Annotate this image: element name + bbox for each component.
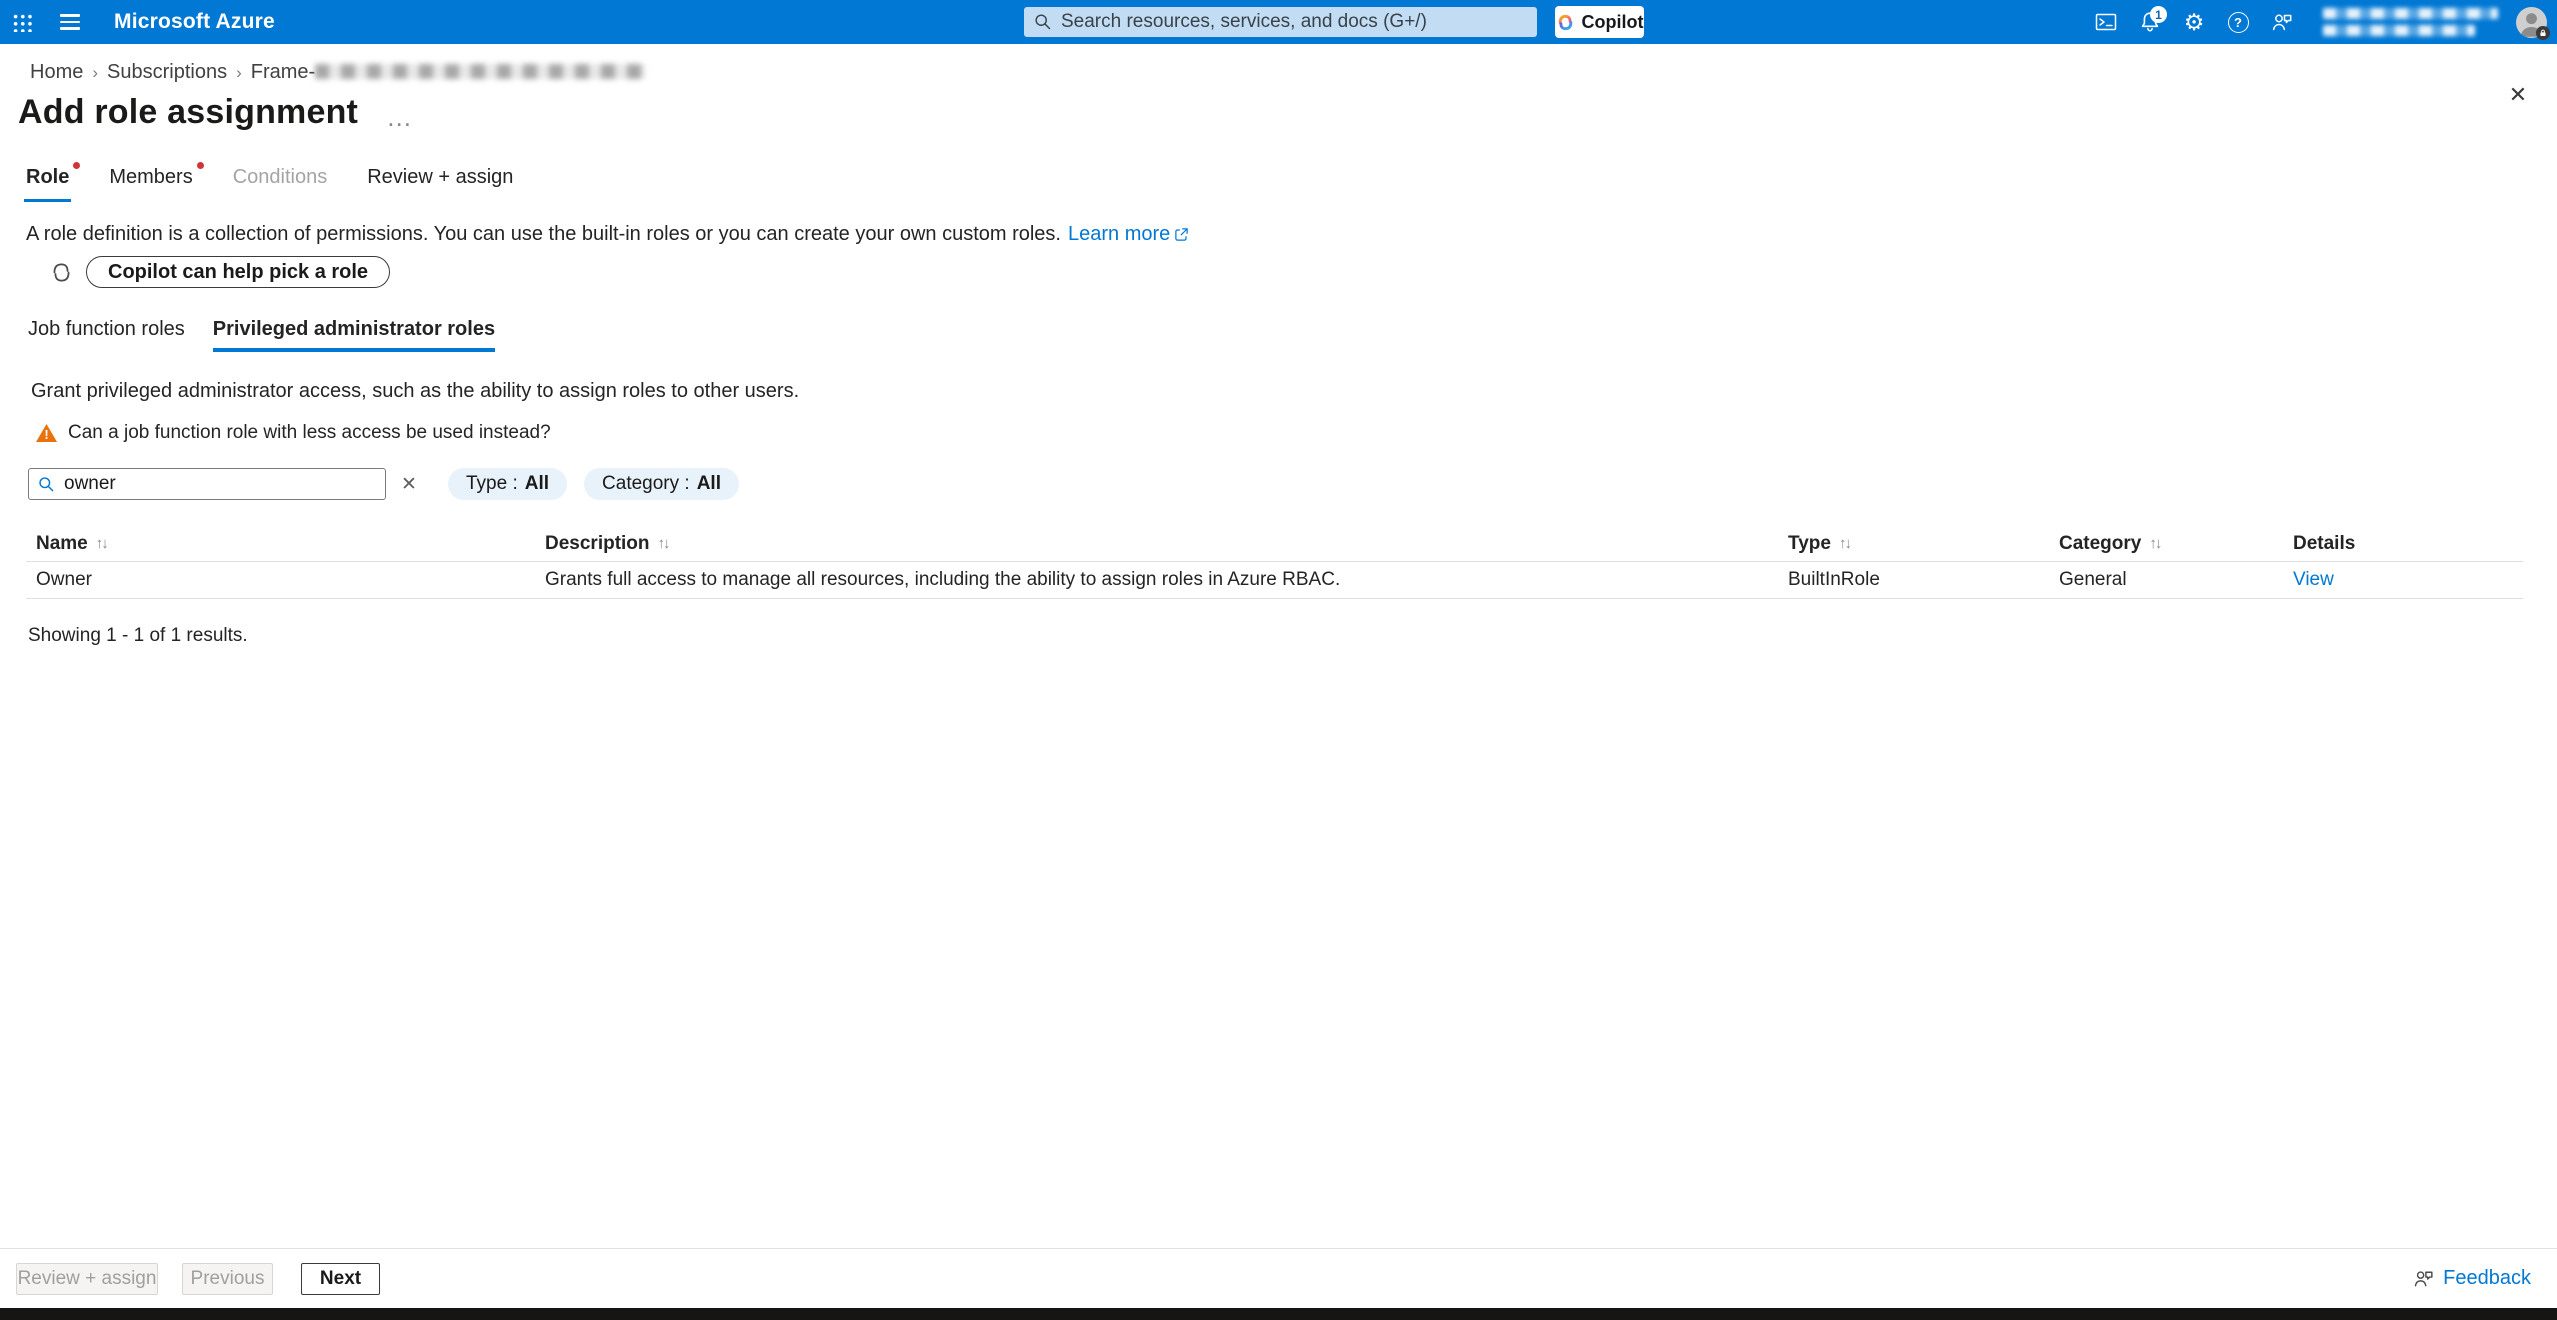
search-icon (1034, 13, 1052, 31)
view-details-link[interactable]: View (2293, 569, 2334, 590)
breadcrumb-blurred-text (315, 64, 645, 79)
feedback-icon (2412, 1267, 2435, 1290)
help-button[interactable]: ? (2221, 5, 2255, 39)
feedback-button[interactable] (2265, 5, 2299, 39)
role-type-tab-strip: Job function roles Privileged administra… (28, 318, 2557, 352)
review-assign-button[interactable]: Review + assign (16, 1263, 158, 1295)
role-intro-text: A role definition is a collection of per… (26, 223, 2557, 246)
breadcrumb-subscriptions[interactable]: Subscriptions (107, 61, 227, 84)
roles-table: Name ↑↓ Description ↑↓ Type ↑↓ Category … (26, 526, 2523, 599)
search-icon (38, 476, 55, 493)
page-header: Add role assignment … (0, 84, 2557, 132)
notifications-button[interactable]: 1 (2133, 5, 2167, 39)
brand-title[interactable]: Microsoft Azure (114, 10, 275, 34)
role-search-box[interactable] (28, 468, 386, 500)
tab-review-assign[interactable]: Review + assign (367, 166, 513, 202)
chevron-right-icon: › (236, 62, 242, 83)
more-options-icon[interactable]: … (386, 104, 413, 122)
external-link-icon (1174, 227, 1189, 242)
clear-search-icon[interactable]: ✕ (396, 473, 422, 496)
tab-conditions: Conditions (233, 166, 328, 202)
tab-members[interactable]: Members (109, 166, 192, 202)
required-dot-icon (73, 162, 80, 169)
results-summary: Showing 1 - 1 of 1 results. (28, 625, 2557, 647)
table-header-row: Name ↑↓ Description ↑↓ Type ↑↓ Category … (26, 526, 2523, 562)
tab-role[interactable]: Role (26, 166, 69, 202)
feedback-icon (2270, 10, 2294, 34)
sort-icon: ↑↓ (96, 535, 107, 552)
gear-icon: ⚙ (2184, 11, 2205, 34)
wizard-tab-strip: Role Members Conditions Review + assign (26, 166, 2557, 202)
warning-icon: ! (36, 424, 57, 442)
account-name-blur (2323, 8, 2498, 19)
category-filter-pill[interactable]: Category :All (584, 468, 739, 500)
global-search-box[interactable] (1024, 7, 1537, 37)
notification-count-badge: 1 (2150, 6, 2167, 23)
column-header-category[interactable]: Category ↑↓ (2049, 533, 2283, 555)
role-search-input[interactable] (64, 473, 376, 495)
cloud-shell-icon (2094, 10, 2118, 34)
cloud-shell-button[interactable] (2089, 5, 2123, 39)
privileged-roles-description: Grant privileged administrator access, s… (31, 380, 2557, 403)
breadcrumb: Home › Subscriptions › Frame- (0, 44, 2557, 84)
tab-privileged-administrator-roles[interactable]: Privileged administrator roles (213, 318, 495, 352)
global-search-input[interactable] (1061, 11, 1527, 33)
column-header-name[interactable]: Name ↑↓ (26, 533, 535, 555)
previous-button[interactable]: Previous (182, 1263, 273, 1295)
account-directory-blur (2323, 25, 2475, 36)
next-button[interactable]: Next (301, 1263, 380, 1295)
portal-menu-button[interactable] (48, 0, 92, 44)
help-icon: ? (2228, 12, 2249, 33)
app-launcher-button[interactable] (0, 0, 44, 44)
account-avatar[interactable] (2516, 7, 2547, 38)
copilot-outline-icon (49, 260, 74, 285)
breadcrumb-home[interactable]: Home (30, 61, 83, 84)
azure-top-bar: Microsoft Azure Copilot (0, 0, 2557, 44)
settings-button[interactable]: ⚙ (2177, 5, 2211, 39)
sort-icon: ↑↓ (658, 535, 669, 552)
chevron-right-icon: › (92, 62, 98, 83)
column-header-description[interactable]: Description ↑↓ (535, 533, 1778, 555)
waffle-icon (12, 12, 32, 32)
lock-icon (2536, 26, 2550, 40)
hamburger-icon (60, 14, 80, 16)
copilot-icon (1556, 13, 1575, 32)
feedback-link[interactable]: Feedback (2412, 1267, 2531, 1290)
warning-banner: ! Can a job function role with less acce… (36, 422, 2557, 444)
table-row-owner[interactable]: Owner Grants full access to manage all r… (26, 562, 2523, 599)
cell-description: Grants full access to manage all resourc… (535, 569, 1778, 591)
topbar-right-cluster: 1 ⚙ ? (2089, 0, 2551, 44)
sort-icon: ↑↓ (2149, 535, 2160, 552)
column-header-details: Details (2283, 533, 2523, 555)
copilot-help-pick-role-button[interactable]: Copilot can help pick a role (86, 256, 390, 288)
wizard-footer: Review + assign Previous Next Feedback (0, 1248, 2557, 1308)
learn-more-link[interactable]: Learn more (1068, 223, 1189, 246)
account-info-blurred[interactable] (2323, 8, 2498, 36)
tab-job-function-roles[interactable]: Job function roles (28, 318, 185, 352)
column-header-type[interactable]: Type ↑↓ (1778, 533, 2049, 555)
sort-icon: ↑↓ (1839, 535, 1850, 552)
copilot-helper-row: Copilot can help pick a role (49, 256, 2557, 288)
warning-text: Can a job function role with less access… (68, 422, 551, 444)
required-dot-icon (197, 162, 204, 169)
breadcrumb-current: Frame- (251, 61, 645, 84)
close-icon[interactable]: ✕ (2503, 80, 2533, 110)
cell-type: BuiltInRole (1778, 569, 2049, 591)
copilot-button[interactable]: Copilot (1555, 6, 1644, 38)
cell-name: Owner (26, 569, 535, 591)
copilot-button-label: Copilot (1582, 12, 1644, 33)
filter-row: ✕ Type :All Category :All (28, 468, 2557, 500)
cell-category: General (2049, 569, 2283, 591)
page-title: Add role assignment (18, 93, 358, 132)
type-filter-pill[interactable]: Type :All (448, 468, 567, 500)
bottom-edge-bar (0, 1308, 2557, 1320)
